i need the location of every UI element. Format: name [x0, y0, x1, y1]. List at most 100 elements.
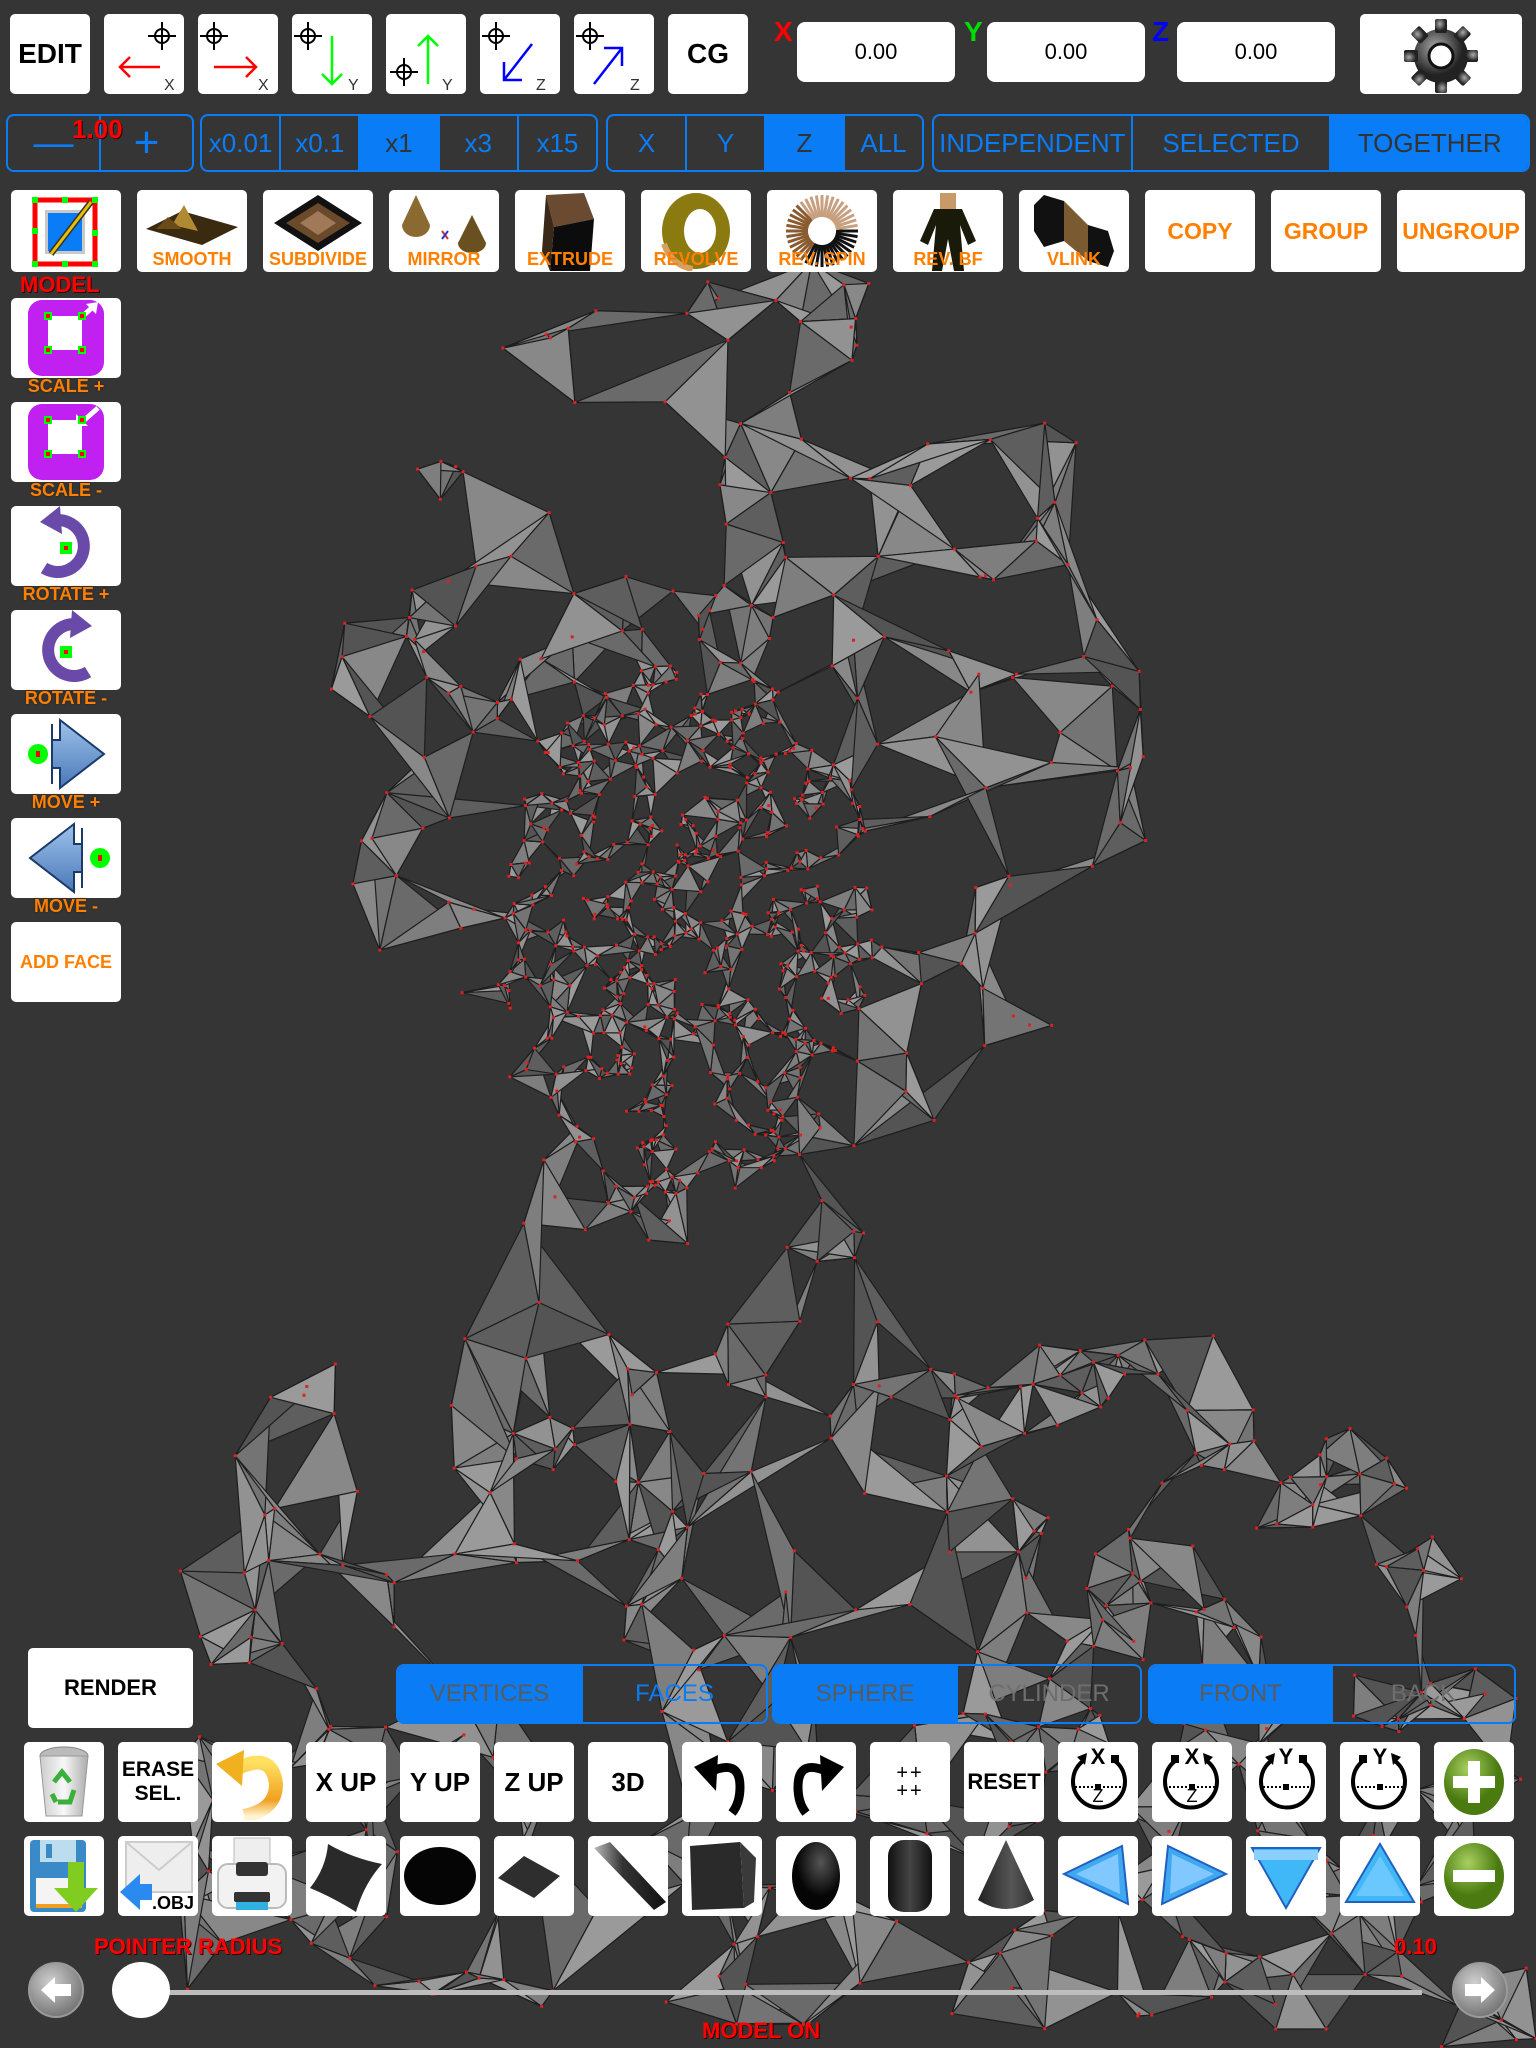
axis-option-x[interactable]: X [608, 116, 685, 170]
move-left-x-button[interactable]: X [104, 14, 184, 94]
trash-button[interactable] [24, 1742, 104, 1822]
slider-increase-button[interactable] [1452, 1962, 1508, 2018]
z-up-button[interactable]: Z UP [494, 1742, 574, 1822]
move-out-z-button[interactable]: Z [574, 14, 654, 94]
mode-option-together[interactable]: TOGETHER [1329, 116, 1528, 170]
shape-square-button[interactable] [494, 1836, 574, 1916]
subdivide-button[interactable]: SUBDIVIDE [263, 190, 373, 272]
move-right-x-button[interactable]: X [198, 14, 278, 94]
mesh-vertex [463, 1337, 467, 1341]
rotate-y-ccw-button[interactable]: Y [1246, 1742, 1326, 1822]
y-up-button[interactable]: Y UP [400, 1742, 480, 1822]
reset-button[interactable]: RESET [964, 1742, 1044, 1822]
mesh-vertex [835, 825, 839, 829]
side-option-back[interactable]: BACK [1331, 1666, 1514, 1722]
rotate-xz-ccw-button[interactable]: XZ [1058, 1742, 1138, 1822]
arrow-left-x-icon: X [118, 22, 176, 94]
mode-option-selected[interactable]: SELECTED [1130, 116, 1330, 170]
shape-cylinder-button[interactable] [870, 1836, 950, 1916]
ungroup-button[interactable]: UNGROUP [1397, 190, 1525, 272]
mesh-vertex [645, 785, 649, 789]
mesh-vertex [651, 683, 655, 687]
mesh-vertex [578, 765, 582, 769]
axis-option-z[interactable]: Z [764, 116, 843, 170]
export-obj-button[interactable]: .OBJ [118, 1836, 198, 1916]
axis-option-y[interactable]: Y [685, 116, 764, 170]
x-up-button[interactable]: X UP [306, 1742, 386, 1822]
rotate-ccw-button[interactable] [11, 610, 121, 690]
selection-option-vertices[interactable]: VERTICES [398, 1666, 581, 1722]
mirror-button[interactable]: MIRROR [389, 190, 499, 272]
x-coord-field[interactable] [797, 22, 955, 82]
z-coord-field[interactable] [1177, 22, 1335, 82]
move-down-y-button[interactable]: Y [292, 14, 372, 94]
shape-slab-button[interactable] [588, 1836, 668, 1916]
multiplier-option-x0-01[interactable]: x0.01 [202, 116, 279, 170]
3d-viewport[interactable] [0, 0, 1536, 2048]
rev-spin-button[interactable]: REV. SPIN [767, 190, 877, 272]
shape-cone-button[interactable] [964, 1836, 1044, 1916]
shape-cube-button[interactable] [682, 1836, 762, 1916]
mesh-vertex [726, 1074, 730, 1078]
erase-selection-button[interactable]: ERASE SEL. [118, 1742, 198, 1822]
move-backward-button[interactable] [11, 818, 121, 898]
smooth-button[interactable]: SMOOTH [137, 190, 247, 272]
settings-button[interactable] [1360, 14, 1522, 94]
pointer-radius-track[interactable] [142, 1990, 1422, 1995]
move-up-y-button[interactable]: Y [386, 14, 466, 94]
3d-view-button[interactable]: 3D [588, 1742, 668, 1822]
mesh-vertex [747, 1123, 751, 1127]
shape-option-cylinder[interactable]: CYLINDER [956, 1666, 1140, 1722]
multiplier-option-x1[interactable]: x1 [358, 116, 438, 170]
mesh-vertex [550, 1036, 554, 1040]
rev-bf-button[interactable]: REV. BF [893, 190, 1003, 272]
revolve-button[interactable]: REVOLVE [641, 190, 751, 272]
remove-button[interactable] [1434, 1836, 1514, 1916]
grid-snap-button[interactable]: ++ ++ [870, 1742, 950, 1822]
model-edit-button[interactable] [11, 190, 121, 272]
mode-option-independent[interactable]: INDEPENDENT [934, 116, 1131, 170]
undo-black-button[interactable] [682, 1742, 762, 1822]
save-button[interactable] [24, 1836, 104, 1916]
selection-option-faces[interactable]: FACES [581, 1666, 766, 1722]
multiplier-option-x3[interactable]: x3 [437, 116, 517, 170]
pointer-radius-knob[interactable] [112, 1962, 170, 2018]
nudge-down-button[interactable] [1246, 1836, 1326, 1916]
scale-up-button[interactable] [11, 298, 121, 378]
rotate-xz-cw-button[interactable]: XZ [1152, 1742, 1232, 1822]
extrude-button[interactable]: EXTRUDE [515, 190, 625, 272]
move-forward-button[interactable] [11, 714, 121, 794]
scale-down-button[interactable] [11, 402, 121, 482]
cg-button[interactable]: CG [668, 14, 748, 94]
shape-sphere-button[interactable] [776, 1836, 856, 1916]
edit-label: EDIT [18, 38, 82, 69]
add-button[interactable] [1434, 1742, 1514, 1822]
print-button[interactable] [212, 1836, 292, 1916]
multiplier-option-x0-1[interactable]: x0.1 [279, 116, 358, 170]
render-button[interactable]: RENDER [28, 1648, 193, 1728]
group-button[interactable]: GROUP [1271, 190, 1381, 272]
nudge-left-button[interactable] [1058, 1836, 1138, 1916]
rotate-cw-button[interactable] [11, 506, 121, 586]
mesh-vertex [777, 911, 781, 915]
add-face-button[interactable]: ADD FACE [11, 922, 121, 1002]
copy-button[interactable]: COPY [1145, 190, 1255, 272]
side-option-front[interactable]: FRONT [1150, 1666, 1331, 1722]
shape-plane-curved-button[interactable] [306, 1836, 386, 1916]
mesh-vertex [749, 603, 753, 607]
vlink-button[interactable]: VLINK [1019, 190, 1129, 272]
nudge-right-button[interactable] [1152, 1836, 1232, 1916]
y-coord-field[interactable] [987, 22, 1145, 82]
move-in-z-button[interactable]: Z [480, 14, 560, 94]
edit-button[interactable]: EDIT [10, 14, 90, 94]
slider-decrease-button[interactable] [28, 1962, 84, 2018]
undo-button[interactable] [212, 1742, 292, 1822]
redo-button[interactable] [776, 1742, 856, 1822]
axis-option-all[interactable]: ALL [843, 116, 922, 170]
multiplier-option-x15[interactable]: x15 [516, 116, 596, 170]
rotate-y-cw-button[interactable]: Y [1340, 1742, 1420, 1822]
mesh-vertex [784, 996, 788, 1000]
nudge-up-button[interactable] [1340, 1836, 1420, 1916]
shape-disk-button[interactable] [400, 1836, 480, 1916]
shape-option-sphere[interactable]: SPHERE [774, 1666, 956, 1722]
